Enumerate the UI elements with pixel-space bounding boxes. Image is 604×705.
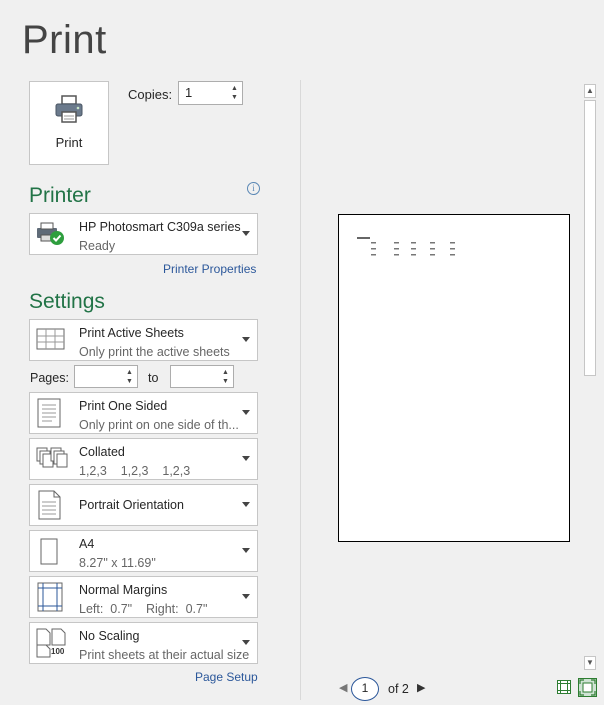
- collation-sub: 1,2,3 1,2,3 1,2,3: [79, 464, 191, 478]
- scrollbar-thumb[interactable]: [584, 100, 596, 376]
- page-title: Print: [22, 18, 107, 62]
- active-sheets-icon: [36, 328, 65, 350]
- copies-label: Copies:: [128, 87, 173, 102]
- print-what-sub: Only print the active sheets: [79, 345, 230, 359]
- chevron-down-icon: [242, 456, 250, 461]
- pages-to-label: to: [148, 371, 159, 385]
- chevron-down-icon: [242, 502, 250, 507]
- chevron-down-icon: [242, 548, 250, 553]
- margins-select[interactable]: Normal Margins Left: 0.7" Right: 0.7": [29, 576, 258, 618]
- panel-divider: [300, 80, 301, 700]
- margins-main: Normal Margins: [79, 583, 168, 597]
- zoom-to-page-icon: [579, 679, 596, 696]
- spin-arrows-icon[interactable]: ▲ ▼: [230, 84, 239, 102]
- chevron-down-icon: [242, 337, 250, 342]
- printer-heading: Printer: [29, 184, 91, 207]
- collation-main: Collated: [79, 445, 125, 459]
- printer-name: HP Photosmart C309a series: [79, 220, 241, 234]
- orientation-select[interactable]: Portrait Orientation: [29, 484, 258, 526]
- preview-content: [357, 237, 455, 256]
- paper-size-select[interactable]: A4 8.27" x 11.69": [29, 530, 258, 572]
- portrait-icon: [38, 490, 61, 520]
- scroll-down-icon[interactable]: ▼: [584, 656, 596, 670]
- sides-main: Print One Sided: [79, 399, 168, 413]
- show-margins-icon: [557, 680, 571, 694]
- pages-to-input[interactable]: ▲ ▼: [170, 365, 234, 388]
- spin-arrows-icon[interactable]: ▲ ▼: [125, 368, 134, 386]
- orientation-main: Portrait Orientation: [79, 498, 184, 512]
- pages-from-input[interactable]: ▲ ▼: [74, 365, 138, 388]
- print-what-main: Print Active Sheets: [79, 326, 184, 340]
- printer-ready-icon: [37, 222, 64, 245]
- no-scaling-icon: 100: [36, 628, 70, 658]
- copies-stepper[interactable]: 1 ▲ ▼: [178, 81, 243, 105]
- margins-icon: [37, 582, 63, 612]
- printer-icon: [55, 95, 83, 123]
- print-preview-page: [338, 214, 570, 542]
- copies-value: 1: [185, 85, 193, 100]
- pages-label: Pages:: [30, 371, 69, 385]
- zoom-to-page-button[interactable]: [578, 678, 597, 697]
- paper-size-sub: 8.27" x 11.69": [79, 556, 156, 570]
- spin-arrows-icon[interactable]: ▲ ▼: [221, 368, 230, 386]
- chevron-down-icon: [242, 231, 250, 236]
- collated-icon: [36, 447, 68, 468]
- chevron-down-icon: [242, 410, 250, 415]
- info-icon[interactable]: i: [247, 182, 260, 195]
- printer-properties-link[interactable]: Printer Properties: [163, 262, 256, 276]
- print-button-label: Print: [55, 135, 83, 150]
- paper-size-main: A4: [79, 537, 95, 551]
- scroll-up-icon[interactable]: ▲: [584, 84, 596, 98]
- preview-scrollbar[interactable]: ▲ ▼: [583, 84, 597, 670]
- print-what-select[interactable]: Print Active Sheets Only print the activ…: [29, 319, 258, 361]
- previous-page-icon[interactable]: ◀: [339, 681, 347, 694]
- one-sided-icon: [37, 398, 61, 428]
- collation-select[interactable]: Collated 1,2,3 1,2,3 1,2,3: [29, 438, 258, 480]
- page-total-label: of 2: [388, 682, 409, 696]
- margins-sub: Left: 0.7" Right: 0.7": [79, 602, 208, 616]
- chevron-down-icon: [242, 640, 250, 645]
- printer-status: Ready: [79, 239, 116, 253]
- scaling-sub: Print sheets at their actual size: [79, 648, 249, 662]
- sides-select[interactable]: Print One Sided Only print on one side o…: [29, 392, 258, 434]
- chevron-down-icon: [242, 594, 250, 599]
- scaling-icon-text: 100: [51, 647, 65, 656]
- settings-heading: Settings: [29, 290, 105, 313]
- sides-sub: Only print on one side of th...: [79, 418, 239, 432]
- show-margins-button[interactable]: [556, 679, 572, 695]
- scaling-main: No Scaling: [79, 629, 140, 643]
- page-setup-link[interactable]: Page Setup: [195, 670, 258, 684]
- print-button[interactable]: Print: [29, 81, 109, 165]
- current-page-input[interactable]: 1: [351, 677, 379, 701]
- scaling-select[interactable]: 100 No Scaling Print sheets at their act…: [29, 622, 258, 664]
- printer-select[interactable]: HP Photosmart C309a series Ready: [29, 213, 258, 255]
- next-page-icon[interactable]: ▶: [417, 681, 425, 694]
- paper-size-icon: [40, 538, 58, 565]
